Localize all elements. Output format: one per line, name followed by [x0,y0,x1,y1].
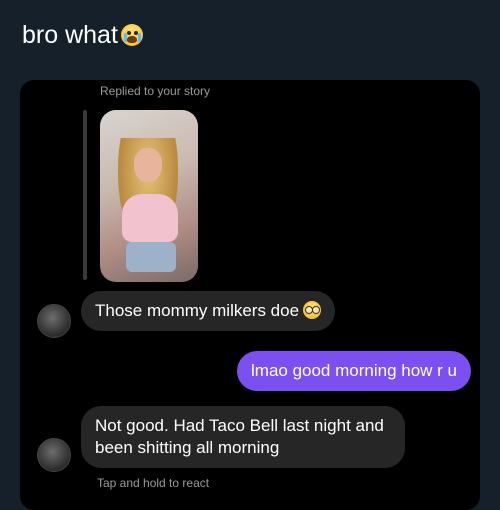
post-title-text: bro what [22,21,118,49]
message-text: Not good. Had Taco Bell last night and b… [95,416,384,457]
message-text: lmao good morning how r u [251,361,458,380]
avatar[interactable] [37,304,71,338]
crying-face-icon [120,24,143,46]
story-thumbnail[interactable] [100,110,198,282]
message-text: Those mommy milkers doe [95,301,300,320]
message-bubble-incoming[interactable]: Those mommy milkers doe [81,291,336,331]
message-bubble-outgoing[interactable]: lmao good morning how r u [237,351,472,391]
message-bubble-incoming[interactable]: Not good. Had Taco Bell last night and b… [81,406,405,468]
post-title: bro what [22,20,143,50]
nerd-face-icon [303,301,322,319]
story-reply-bar [83,110,87,280]
avatar[interactable] [37,438,71,472]
react-hint: Tap and hold to react [97,476,210,490]
dm-conversation: Replied to your story Those mommy milker… [20,80,480,510]
story-reply-label: Replied to your story [100,84,211,98]
